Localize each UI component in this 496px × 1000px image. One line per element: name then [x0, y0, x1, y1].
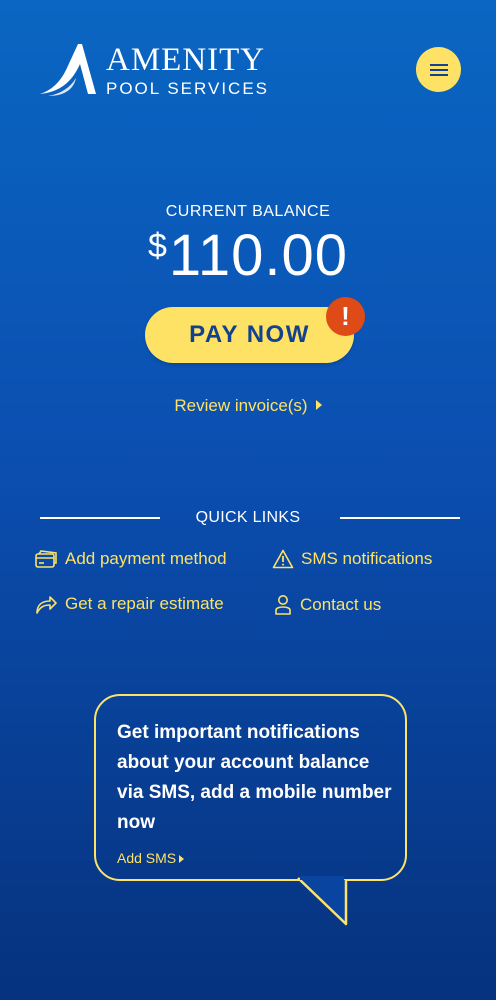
speech-bubble-tail [297, 876, 348, 926]
amenity-logo-icon [40, 44, 96, 96]
currency-symbol: $ [147, 227, 168, 265]
quick-link-contact-us[interactable]: Contact us [273, 594, 381, 616]
alert-exclamation-icon: ! [326, 297, 365, 336]
logo-title: AMENITY [106, 42, 266, 78]
credit-card-icon [35, 550, 57, 568]
share-arrow-icon [36, 596, 57, 614]
brand-logo[interactable]: AMENITY POOL SERVICES [38, 42, 278, 102]
menu-button[interactable] [416, 47, 461, 92]
quick-link-get-repair-estimate[interactable]: Get a repair estimate [35, 594, 224, 614]
person-icon [275, 595, 291, 615]
sms-prompt-message: Get important notifications about your a… [117, 722, 392, 833]
quick-link-sms-notifications[interactable]: SMS notifications [272, 549, 432, 569]
quick-link-add-payment-method[interactable]: Add payment method [35, 549, 227, 569]
logo-subtitle: POOL SERVICES [106, 79, 269, 98]
hamburger-menu-icon [429, 63, 448, 76]
balance-value: 110.00 [168, 223, 348, 288]
caret-right-icon [179, 855, 185, 863]
add-sms-label: Add SMS [117, 850, 177, 866]
quick-link-label: Get a repair estimate [65, 594, 224, 613]
quick-link-label: SMS notifications [301, 549, 433, 568]
current-balance-label: CURRENT BALANCE [165, 203, 331, 220]
quick-link-label: Contact us [300, 595, 382, 614]
review-invoices-label: Review invoice(s) [174, 396, 308, 415]
sms-prompt-bubble: Get important notifications about your a… [94, 694, 407, 881]
review-invoices-link[interactable]: Review invoice(s) [0, 396, 496, 416]
pay-now-button[interactable]: PAY NOW [145, 307, 354, 363]
add-sms-link[interactable]: Add SMS [117, 850, 185, 866]
current-balance-amount: $110.00 [0, 222, 496, 289]
warning-triangle-icon [272, 549, 294, 569]
caret-right-icon [315, 400, 322, 410]
quick-link-label: Add payment method [65, 549, 227, 568]
divider-right [340, 517, 460, 519]
